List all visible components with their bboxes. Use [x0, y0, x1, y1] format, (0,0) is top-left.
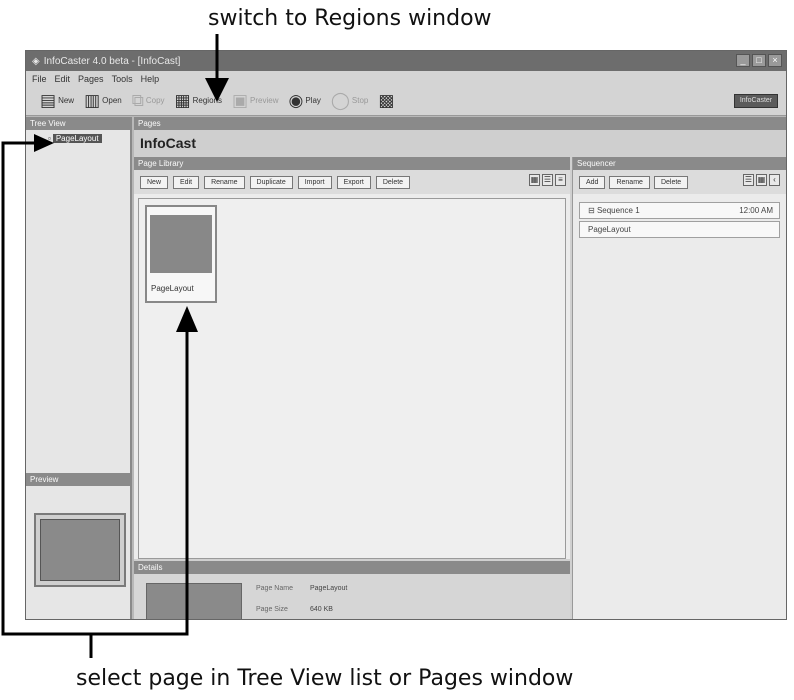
tree-item-label: PageLayout [52, 134, 102, 143]
details-header: Details [134, 561, 570, 574]
caption-switch-to-regions: switch to Regions window [208, 6, 492, 31]
detail-key: Page Name [256, 585, 293, 592]
detail-value: PageLayout [310, 585, 348, 592]
window-controls: _ □ × [736, 54, 782, 67]
library-new-button[interactable]: New [140, 175, 169, 189]
seq-list-icon[interactable]: ☰ [743, 174, 754, 186]
play-button[interactable]: ◉ Play [288, 92, 320, 109]
publish-icon: ▩ [378, 91, 395, 110]
brand-badge: InfoCaster [734, 94, 778, 108]
thumbnail-view-icon[interactable]: ▦ [529, 174, 540, 186]
page-thumbnail-label: PageLayout [151, 284, 194, 293]
library-import-button[interactable]: Import [297, 175, 332, 189]
copy-button-label: Copy [145, 96, 165, 105]
page-thumbnail[interactable]: PageLayout [145, 205, 217, 303]
sequencer-add-button[interactable]: Add [579, 175, 606, 189]
seq-grid-icon[interactable]: ▦ [756, 174, 767, 186]
close-button[interactable]: × [768, 54, 782, 67]
open-button-label: Open [102, 96, 122, 105]
detail-key: Page Size [256, 606, 288, 613]
toolbar: ▤ New ▥ Open ⧉ Copy ▦ Regions ▣ Preview … [26, 86, 786, 116]
page-library: Page Library New Edit Rename Duplicate I… [134, 157, 570, 559]
play-button-label: Play [305, 96, 321, 105]
pages-header: Pages [134, 117, 786, 130]
preview-header: Preview [26, 473, 130, 486]
maximize-button[interactable]: □ [752, 54, 766, 67]
minimize-button[interactable]: _ [736, 54, 750, 67]
page-library-buttons: New Edit Rename Duplicate Import Export … [134, 170, 570, 194]
page-node-icon: ▫ [48, 134, 51, 143]
detail-view-icon[interactable]: ≡ [555, 174, 566, 186]
page-thumbnail-image [150, 215, 212, 273]
menu-pages[interactable]: Pages [78, 74, 104, 84]
library-view-icons: ▦ ☰ ≡ [529, 174, 566, 186]
new-button[interactable]: ▤ New [40, 92, 74, 109]
details-panel: Details Page Name PageLayout Page Size 6… [134, 561, 570, 619]
library-duplicate-button[interactable]: Duplicate [249, 175, 293, 189]
stop-icon: ◯ [330, 91, 350, 110]
preview-button-label: Preview [250, 96, 279, 105]
library-export-button[interactable]: Export [336, 175, 371, 189]
library-delete-button[interactable]: Delete [375, 175, 411, 189]
preview-icon: ▣ [231, 91, 249, 110]
copy-button[interactable]: ⧉ Copy [132, 92, 165, 109]
main-pane: Pages InfoCast Page Library New Edit Ren… [134, 117, 786, 619]
play-icon: ◉ [288, 91, 304, 110]
page-library-header: Page Library [134, 157, 570, 170]
detail-row-name: Page Name PageLayout [256, 585, 347, 592]
library-rename-button[interactable]: Rename [204, 175, 245, 189]
new-button-label: New [58, 96, 75, 105]
tree-view: Tree View ▫ PageLayout [26, 117, 130, 467]
list-view-icon[interactable]: ☰ [542, 174, 553, 186]
sequencer-header: Sequencer [573, 157, 786, 170]
sequencer-view-icons: ☰ ▦ ‹ [743, 174, 780, 186]
preview-panel: Preview [26, 473, 130, 619]
menu-edit[interactable]: Edit [55, 74, 71, 84]
collapse-icon[interactable]: ‹ [769, 174, 780, 186]
menu-tools[interactable]: Tools [112, 74, 133, 84]
sequencer: Sequencer Add Rename Delete ☰ ▦ ‹ ⊟ Sequ… [572, 157, 786, 619]
expand-icon: ⊟ [588, 206, 597, 215]
library-edit-button[interactable]: Edit [173, 175, 200, 189]
preview-frame [34, 513, 126, 587]
tree-view-header: Tree View [26, 117, 130, 130]
caption-select-page: select page in Tree View list or Pages w… [76, 666, 574, 691]
stop-button-label: Stop [351, 96, 369, 105]
publish-button[interactable]: ▩ [378, 92, 394, 109]
menu-help[interactable]: Help [141, 74, 160, 84]
stop-button[interactable]: ◯ Stop [331, 92, 369, 109]
left-pane: Tree View ▫ PageLayout Preview [26, 117, 132, 619]
sequencer-rename-button[interactable]: Rename [609, 175, 650, 189]
page-title: InfoCast [134, 130, 786, 156]
regions-button-label: Regions [192, 96, 222, 105]
window-title: InfoCaster 4.0 beta - [InfoCast] [43, 55, 181, 67]
sequence-page-row[interactable]: PageLayout [579, 221, 780, 238]
tree-item-page[interactable]: ▫ PageLayout [48, 134, 102, 143]
regions-button[interactable]: ▦ Regions [175, 92, 222, 109]
menu-bar: File Edit Pages Tools Help [26, 71, 786, 86]
new-page-icon: ▤ [40, 91, 57, 110]
sequence-row[interactable]: ⊟ Sequence 1 12:00 AM [579, 202, 780, 219]
sequencer-delete-button[interactable]: Delete [653, 175, 689, 189]
window-titlebar[interactable]: ◈ InfoCaster 4.0 beta - [InfoCast] _ □ × [26, 51, 786, 71]
sequence-time: 12:00 AM [739, 206, 773, 215]
copy-icon: ⧉ [131, 91, 144, 110]
app-icon: ◈ [32, 55, 40, 67]
preview-button[interactable]: ▣ Preview [232, 92, 279, 109]
page-library-area: PageLayout [138, 198, 566, 559]
regions-icon: ▦ [174, 91, 191, 110]
detail-value: 640 KB [310, 606, 333, 613]
details-thumbnail [146, 583, 242, 619]
app-window: ◈ InfoCaster 4.0 beta - [InfoCast] _ □ ×… [25, 50, 787, 620]
open-button[interactable]: ▥ Open [84, 92, 122, 109]
sequence-name: Sequence 1 [596, 206, 640, 215]
detail-row-size: Page Size 640 KB [256, 606, 347, 613]
details-fields: Page Name PageLayout Page Size 640 KB [256, 585, 347, 619]
preview-thumbnail [40, 519, 120, 581]
sequence-page-name: PageLayout [588, 225, 631, 234]
menu-file[interactable]: File [32, 74, 47, 84]
open-icon: ▥ [84, 91, 101, 110]
